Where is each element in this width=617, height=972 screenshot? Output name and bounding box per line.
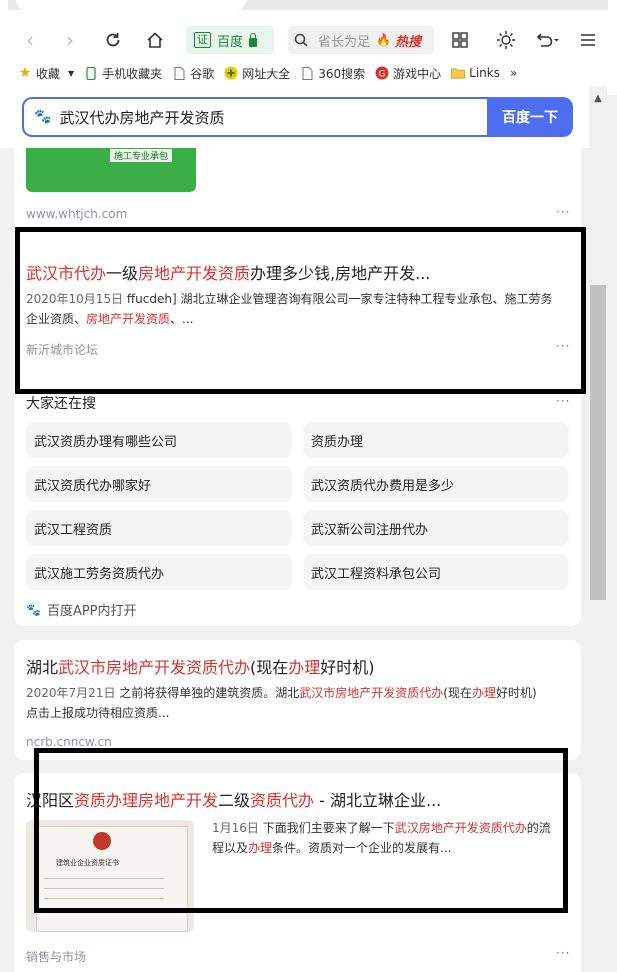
forward-icon[interactable]: › xyxy=(56,26,84,54)
title-text: (现在 xyxy=(250,658,289,677)
bookmark-label: 网址大全 xyxy=(242,66,291,81)
caret-down-icon: ▼ xyxy=(68,68,75,78)
bookmark-directory[interactable]: 网址大全 xyxy=(224,65,290,82)
search-query: 武汉代办房地产开发资质 xyxy=(59,108,225,127)
related-search-chip[interactable]: 资质办理 xyxy=(303,422,569,458)
phone-icon xyxy=(84,66,98,80)
address-bar[interactable]: 证 百度 xyxy=(186,26,274,54)
more-options-icon[interactable]: ··· xyxy=(556,205,570,219)
page-icon xyxy=(172,66,186,80)
title-text: 湖北 xyxy=(26,658,59,677)
lock-icon xyxy=(249,32,258,47)
browser-toolbar: ‹ › 证 百度 省长为足 🔥 热搜 ★ 收藏 ▼ 手机收藏夹 谷歌 网址大全 … xyxy=(0,0,617,95)
flame-icon: 🔥 xyxy=(376,33,391,47)
abstract-text: (现在 xyxy=(443,686,472,700)
result-abstract-2: 2020年7月21日 之前将获得单独的建筑资质。湖北武汉市房地产开发资质代办(现… xyxy=(26,683,574,723)
plus-circle-icon xyxy=(224,66,238,80)
paw-icon: 🐾 xyxy=(26,602,41,617)
bookmark-label: 360搜索 xyxy=(318,66,366,81)
back-icon[interactable]: ‹ xyxy=(16,26,44,54)
tab-strip xyxy=(8,0,608,10)
baidu-paw-icon: 🐾 xyxy=(34,109,52,125)
highlight-rectangle xyxy=(15,227,586,394)
certificate-badge: 证 xyxy=(194,32,211,48)
star-icon: ★ xyxy=(18,65,32,81)
related-search-chip[interactable]: 武汉资质代办费用是多少 xyxy=(303,466,569,502)
search-header: 🐾 武汉代办房地产开发资质 百度一下 xyxy=(0,86,589,148)
title-highlight: 办理 xyxy=(288,658,321,677)
navigation-row: ‹ › 证 百度 省长为足 🔥 热搜 xyxy=(0,22,617,58)
abstract-text: 好时机) xyxy=(496,686,537,700)
scroll-up-arrow-icon[interactable]: ▲ xyxy=(590,92,606,106)
bookmark-mobile[interactable]: 手机收藏夹 xyxy=(84,65,162,82)
open-in-app-label: 百度APP内打开 xyxy=(46,604,137,619)
hot-search-query: 省长为足 xyxy=(318,34,371,50)
address-domain: 百度 xyxy=(217,34,244,50)
scrollbar-thumb[interactable] xyxy=(590,285,606,600)
bookmark-label: 游戏中心 xyxy=(393,66,442,81)
search-input[interactable]: 🐾 武汉代办房地产开发资质 xyxy=(22,97,488,137)
abstract-text: 点击上报成功待相应资质... xyxy=(26,706,170,720)
bookmark-label: 收藏 xyxy=(36,66,61,81)
related-search-chip[interactable]: 武汉资质代办哪家好 xyxy=(26,466,292,502)
hot-search-label: 热搜 xyxy=(394,34,421,50)
bookmark-label: Links xyxy=(469,66,500,80)
menu-icon[interactable] xyxy=(574,26,602,54)
bookmarks-bar: ★ 收藏 ▼ 手机收藏夹 谷歌 网址大全 360搜索 G 游戏中心 Links … xyxy=(0,60,617,86)
open-in-app-link[interactable]: 🐾 百度APP内打开 xyxy=(26,600,137,620)
search-button[interactable]: 百度一下 xyxy=(487,97,573,137)
reload-icon[interactable] xyxy=(99,26,127,54)
folder-icon xyxy=(451,66,466,80)
related-search-chip[interactable]: 武汉工程资质 xyxy=(26,510,292,546)
home-icon[interactable] xyxy=(141,26,169,54)
result-site[interactable]: ncrb.cnncw.cn xyxy=(26,735,112,749)
hot-search-box[interactable]: 省长为足 🔥 热搜 xyxy=(288,26,434,54)
related-search-chip[interactable]: 武汉新公司注册代办 xyxy=(303,510,569,546)
grid-apps-icon[interactable] xyxy=(446,26,474,54)
result-date: 2020年7月21日 xyxy=(26,686,116,700)
active-tab[interactable] xyxy=(16,0,246,10)
highlight-rectangle xyxy=(34,748,568,913)
game-icon: G xyxy=(375,66,389,80)
bookmark-label: 谷歌 xyxy=(190,66,215,81)
page-icon xyxy=(300,66,314,80)
bookmark-game-center[interactable]: G 游戏中心 xyxy=(375,65,441,82)
related-search-chip[interactable]: 武汉施工劳务资质代办 xyxy=(26,554,292,590)
brightness-icon[interactable] xyxy=(492,26,520,54)
bookmark-links[interactable]: Links xyxy=(451,66,500,80)
svg-text:G: G xyxy=(379,70,386,80)
title-text: 好时机) xyxy=(320,658,375,677)
more-options-icon[interactable]: ··· xyxy=(556,946,570,960)
bookmark-label: 手机收藏夹 xyxy=(102,66,163,81)
bookmarks-overflow[interactable]: » xyxy=(510,66,517,80)
search-icon xyxy=(294,33,308,47)
result-site[interactable]: www.whtjch.com xyxy=(26,207,127,221)
more-options-icon[interactable]: ··· xyxy=(556,394,570,408)
abstract-highlight: 办理 xyxy=(471,686,496,700)
result-site[interactable]: 销售与市场 xyxy=(26,948,86,965)
related-search-chip[interactable]: 武汉工程资料承包公司 xyxy=(303,554,569,590)
abstract-text: 之前将获得单独的建筑资质。湖北 xyxy=(115,686,300,700)
bookmark-favorites[interactable]: ★ 收藏 ▼ xyxy=(18,65,74,82)
abstract-highlight: 武汉市房地产开发资质代办 xyxy=(299,686,444,700)
undo-dropdown-icon[interactable] xyxy=(530,26,564,54)
result-title-2[interactable]: 湖北武汉市房地产开发资质代办(现在办理好时机) xyxy=(26,654,375,678)
related-search-chip[interactable]: 武汉资质办理有哪些公司 xyxy=(26,422,292,458)
related-searches-heading: 大家还在搜 xyxy=(26,396,96,412)
bookmark-360-search[interactable]: 360搜索 xyxy=(300,65,365,82)
result-image[interactable]: 施工专业承包 xyxy=(26,146,196,192)
bookmark-google[interactable]: 谷歌 xyxy=(172,65,214,82)
image-tag: 施工专业承包 xyxy=(110,149,173,162)
title-highlight: 武汉市房地产开发资质代办 xyxy=(58,658,251,677)
